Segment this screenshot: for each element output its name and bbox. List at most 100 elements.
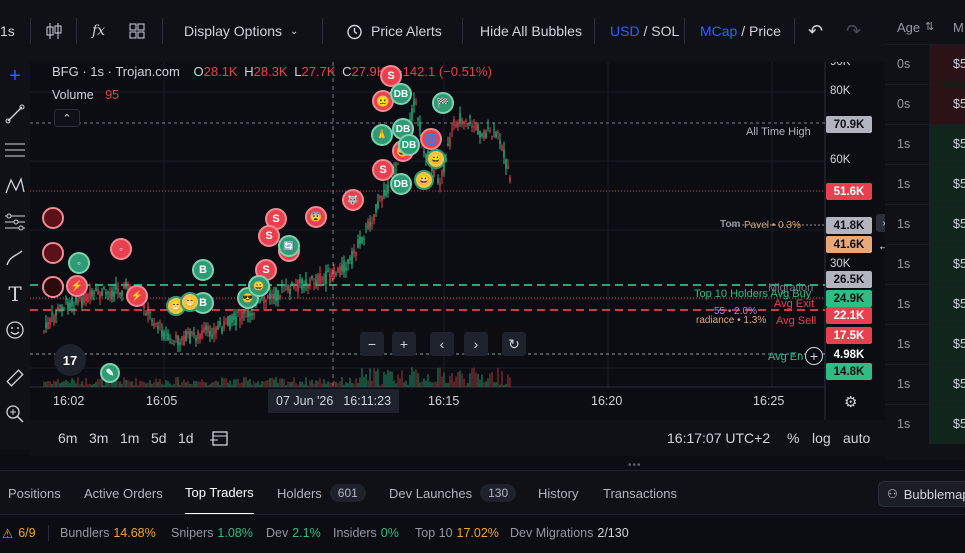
chart-clock[interactable]: 16:17:07 UTC+2 (667, 420, 770, 456)
sell-bubble[interactable]: S (258, 225, 280, 247)
trade-row[interactable]: 1s $5 (885, 204, 965, 244)
volume-bar (487, 378, 489, 387)
trade-row[interactable]: 0s $5 (885, 44, 965, 84)
expand-horizontal-icon[interactable]: ↔ (876, 236, 886, 254)
emoji-bubble[interactable]: 😁 (180, 292, 200, 312)
brush-icon[interactable] (3, 246, 27, 270)
tab-dev-launches[interactable]: Dev Launches 130 (389, 471, 517, 515)
age-header[interactable]: Age (897, 20, 920, 35)
redo-icon[interactable]: ↷ (846, 0, 861, 62)
indicators-fx-icon[interactable]: fx (92, 0, 105, 62)
range-6m[interactable]: 6m (58, 420, 77, 456)
tab-holders[interactable]: Holders 601 (277, 471, 366, 515)
candles-icon[interactable] (44, 0, 64, 62)
range-1m[interactable]: 1m (120, 420, 139, 456)
chevron-right-icon[interactable]: › (876, 214, 885, 232)
horizontal-lines-icon[interactable] (3, 138, 27, 162)
mcap-price-toggle[interactable]: MCap / Price (700, 0, 781, 62)
pattern-tool-icon[interactable] (3, 174, 27, 198)
reset-chart-button[interactable]: ↻ (502, 332, 526, 356)
scroll-right-button[interactable]: › (464, 332, 488, 356)
interval-button[interactable]: 1s (0, 0, 22, 62)
panel-splitter[interactable]: ••• (0, 456, 965, 471)
lightning-bubble[interactable]: ⚡ (126, 285, 148, 307)
sell-bubble[interactable]: ▫ (110, 238, 132, 260)
trade-row[interactable]: 1s $5 (885, 404, 965, 444)
tab-positions[interactable]: Positions (8, 471, 61, 515)
emoji-icon[interactable] (3, 318, 27, 342)
candle-body (373, 214, 375, 221)
sort-icon[interactable]: ⇅ (925, 20, 934, 33)
auto-toggle[interactable]: auto (843, 420, 870, 456)
zoom-out-button[interactable]: − (360, 332, 384, 356)
face-bubble[interactable]: 😨 (305, 206, 327, 228)
bubblemap-button[interactable]: ⚇ Bubblemap (878, 481, 965, 507)
range-5d[interactable]: 5d (151, 420, 167, 456)
flag-bubble[interactable]: 🏁 (432, 92, 454, 114)
sell-bubble[interactable] (42, 242, 64, 264)
candle-body (423, 150, 425, 154)
trade-row[interactable]: 1s $5 (885, 124, 965, 164)
volume-bar (185, 382, 187, 387)
buy-bubble[interactable]: 🔄 (278, 235, 300, 257)
display-options-dropdown[interactable]: Display Options ⌄ (184, 0, 298, 62)
zoom-in-button[interactable]: + (392, 332, 416, 356)
trade-row[interactable]: 1s $5 (885, 324, 965, 364)
pen-bubble[interactable]: ✎ (100, 363, 120, 383)
scroll-left-button[interactable]: ‹ (430, 332, 454, 356)
tab-history[interactable]: History (538, 471, 578, 515)
log-toggle[interactable]: log (812, 420, 831, 456)
volume-bar (137, 384, 139, 387)
add-plus-icon[interactable]: + (805, 347, 823, 365)
trade-row[interactable]: 0s $5 (885, 84, 965, 124)
crosshair-icon[interactable]: + (3, 64, 27, 88)
hide-bubbles-button[interactable]: Hide All Bubbles (480, 0, 582, 62)
trendline-icon[interactable] (3, 102, 27, 126)
sell-bubble[interactable] (42, 276, 64, 298)
tab-transactions[interactable]: Transactions (603, 471, 677, 515)
candle-body (283, 290, 285, 292)
price-alerts-button[interactable]: Price Alerts (346, 0, 442, 62)
mcap-header: M (953, 20, 964, 35)
security-score[interactable]: ⚠ 6/9 (2, 515, 36, 551)
zoom-in-icon[interactable] (3, 402, 27, 426)
emoji-bubble[interactable]: 😀 (426, 149, 446, 169)
sell-bubble[interactable] (42, 207, 64, 229)
buy-bubble[interactable]: 😀 (248, 275, 270, 297)
emoji-bubble[interactable]: 😀 (414, 170, 434, 190)
percent-toggle[interactable]: % (787, 420, 799, 456)
collapse-legend-button[interactable]: ⌃ (54, 109, 80, 127)
tab-top-traders[interactable]: Top Traders (185, 471, 254, 515)
dev-buy-bubble[interactable]: DB (398, 134, 420, 156)
trade-row[interactable]: 1s $5 (885, 284, 965, 324)
candle-body (377, 201, 379, 208)
ruler-icon[interactable] (3, 366, 27, 390)
lightning-bubble[interactable]: ⚡ (66, 275, 88, 297)
settings-gear-icon[interactable]: ⚙ (844, 393, 857, 411)
fib-tool-icon[interactable] (3, 210, 27, 234)
buy-bubble[interactable]: B (192, 259, 214, 281)
volume-bar (429, 381, 431, 387)
wolf-bubble[interactable]: 🐺 (342, 189, 364, 211)
price-chart[interactable]: BFG · 1s · Trojan.com O28.1K H28.3K L27.… (30, 62, 885, 450)
range-1d[interactable]: 1d (178, 420, 194, 456)
currency-toggle[interactable]: USD / SOL (610, 0, 679, 62)
tab-active-orders[interactable]: Active Orders (84, 471, 163, 515)
dev-launches-count-badge: 130 (480, 484, 517, 502)
tradingview-logo-icon[interactable]: 17 (54, 344, 86, 376)
undo-icon[interactable]: ↶ (808, 0, 823, 62)
chart-canvas[interactable] (30, 62, 885, 450)
layouts-grid-icon[interactable] (128, 0, 146, 62)
text-tool-icon[interactable]: T (3, 282, 27, 306)
buy-bubble[interactable]: ▫ (68, 252, 90, 274)
face-bubble[interactable]: 🌀 (420, 128, 442, 150)
dev-buy-bubble[interactable]: DB (390, 173, 412, 195)
hand-bubble[interactable]: 🙏 (371, 124, 393, 146)
trade-row[interactable]: 1s $5 (885, 364, 965, 404)
dev-buy-bubble[interactable]: DB (390, 83, 412, 105)
range-3m[interactable]: 3m (89, 420, 108, 456)
calendar-range-icon[interactable] (210, 420, 230, 456)
trade-row[interactable]: 1s $5 (885, 244, 965, 284)
trade-row[interactable]: 1s $5 (885, 164, 965, 204)
dev-value: 2.1% (292, 526, 321, 540)
